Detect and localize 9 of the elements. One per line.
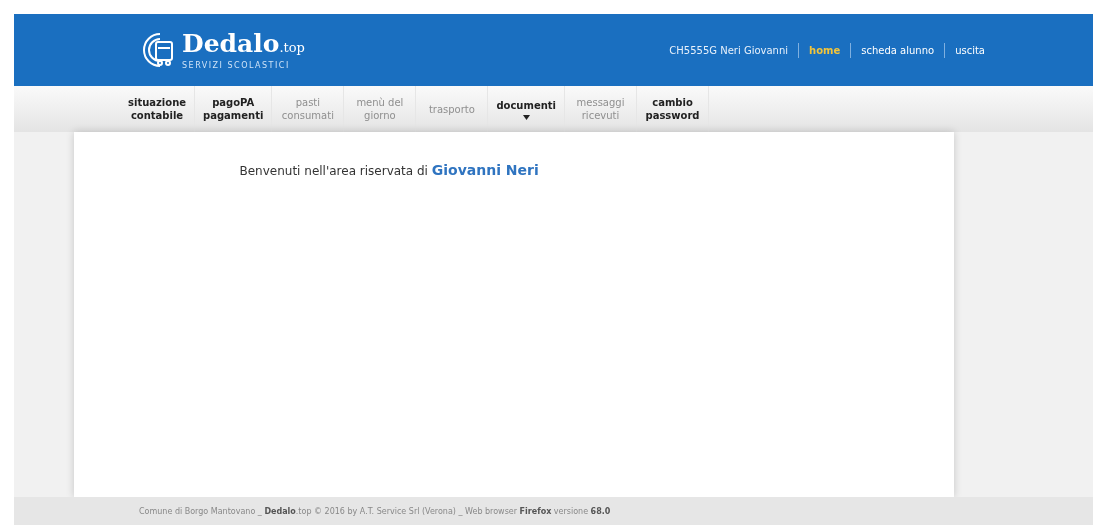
caret-icon xyxy=(522,114,530,120)
welcome-message: Benvenuti nell'area riservata di Giovanni Neri xyxy=(239,162,540,178)
header-link[interactable]: home xyxy=(798,42,851,58)
footer-text: Comune di Borgo Mantovano _ Dedalo.top © 2016 by A.T. Service Srl (Verona) _ Web browser Firefox versione 68.0 xyxy=(139,506,611,516)
user-label: CH5555G Neri Giovanni xyxy=(669,44,789,56)
logo-tagline: SERVIZI SCOLASTICI xyxy=(182,60,291,70)
logo-wordmark: Dedalo.top xyxy=(182,30,305,60)
header-link[interactable]: uscita xyxy=(944,42,995,58)
header-link[interactable]: scheda alunno xyxy=(850,42,945,58)
